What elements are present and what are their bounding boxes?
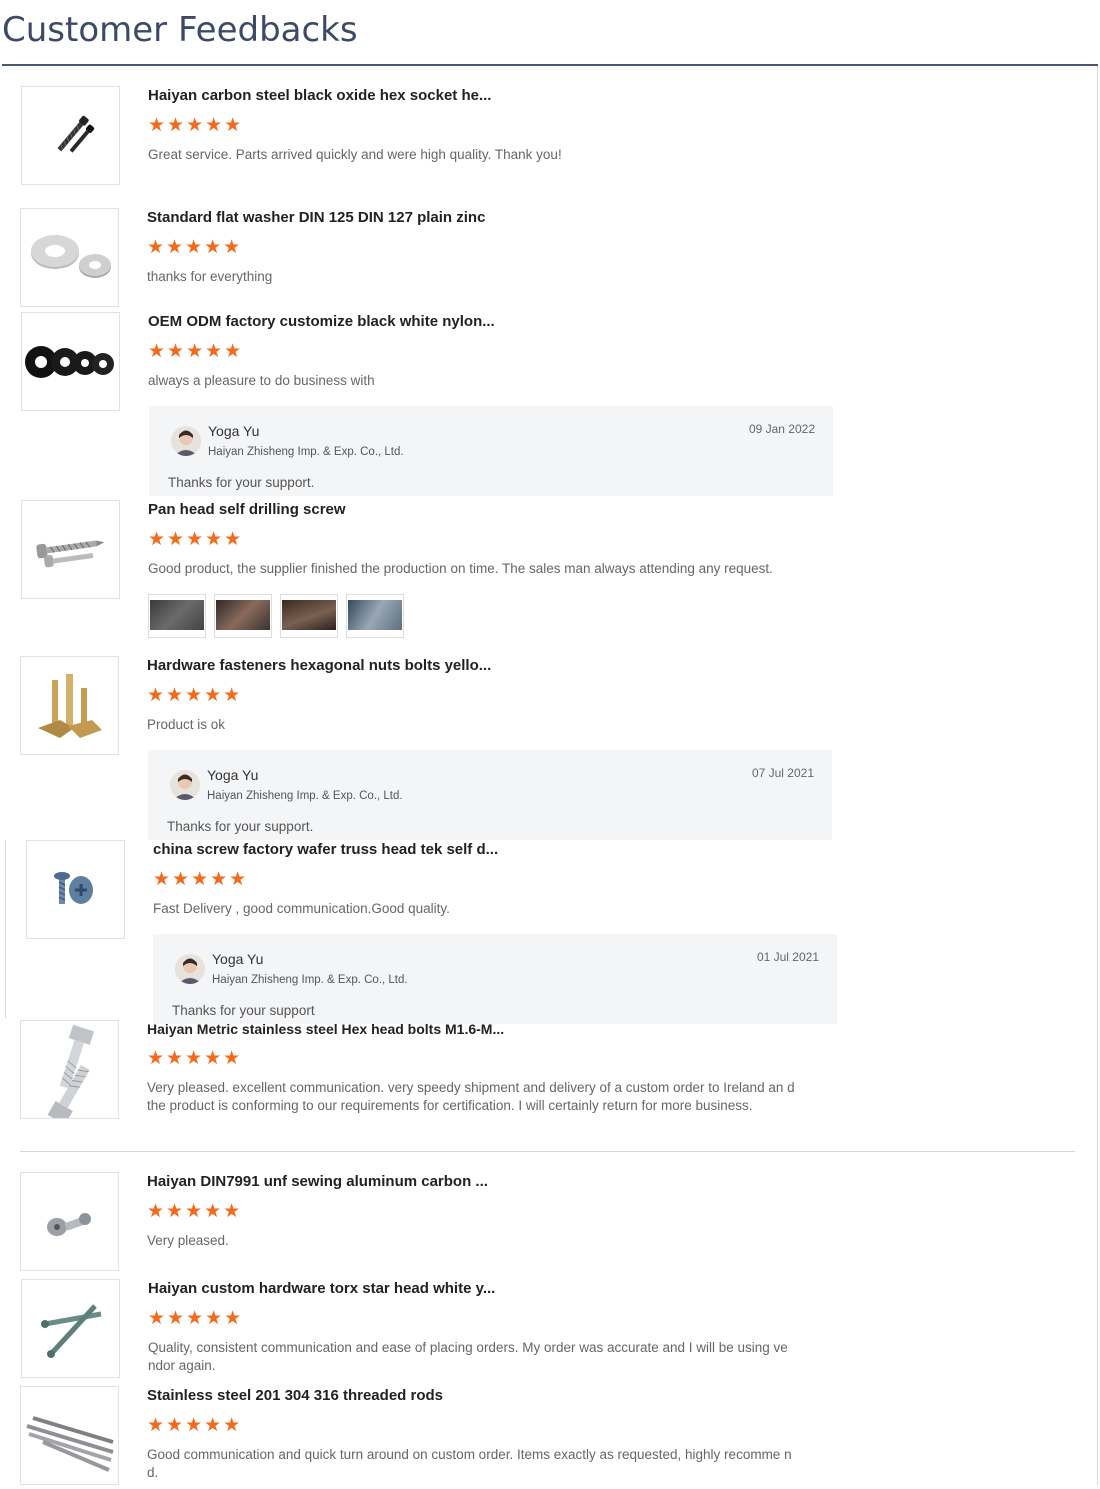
reply-author: Yoga Yu	[207, 767, 259, 783]
product-thumbnail[interactable]	[26, 840, 125, 939]
reply-company: Haiyan Zhisheng Imp. & Exp. Co., Ltd.	[212, 974, 408, 986]
reply-date: 09 Jan 2022	[748, 422, 815, 436]
review-photo[interactable]	[148, 594, 206, 638]
star-rating: ★★★★★	[147, 1201, 243, 1222]
review-comment: Great service. Parts arrived quickly and…	[148, 147, 562, 162]
review-comment: always a pleasure to do business with	[148, 373, 375, 388]
avatar	[175, 954, 205, 984]
self-drilling-screw-icon	[35, 539, 104, 567]
review-photo[interactable]	[346, 594, 404, 638]
star-rating: ★★★★★	[153, 869, 249, 890]
panel-border	[1097, 66, 1098, 1486]
threaded-rod-icon	[25, 1415, 114, 1472]
avatar	[171, 426, 201, 456]
product-thumbnail[interactable]	[21, 312, 120, 411]
product-name[interactable]: Haiyan DIN7991 unf sewing aluminum carbo…	[147, 1172, 807, 1192]
product-thumbnail[interactable]	[21, 1279, 120, 1378]
review-comment: Good communication and quick turn around…	[147, 1447, 792, 1480]
star-rating: ★★★★★	[148, 529, 244, 550]
reply-text: Thanks for your support	[172, 1003, 315, 1018]
review-comment: Fast Delivery , good communication.Good …	[153, 901, 450, 916]
product-name[interactable]: china screw factory wafer truss head tek…	[153, 840, 813, 860]
section-divider	[20, 1151, 1075, 1152]
star-rating: ★★★★★	[148, 1308, 244, 1329]
reply-date: 01 Jul 2021	[756, 950, 819, 964]
product-name[interactable]: Haiyan Metric stainless steel Hex head b…	[147, 1019, 807, 1039]
review-comment: Good product, the supplier finished the …	[148, 561, 773, 576]
nylon-washer-icon	[24, 345, 114, 378]
product-name[interactable]: Stainless steel 201 304 316 threaded rod…	[147, 1386, 807, 1406]
product-name[interactable]: OEM ODM factory customize black white ny…	[148, 312, 808, 332]
product-thumbnail[interactable]	[20, 208, 119, 307]
star-rating: ★★★★★	[147, 1415, 243, 1436]
product-name[interactable]: Haiyan custom hardware torx star head wh…	[148, 1279, 808, 1299]
product-name[interactable]: Pan head self drilling screw	[148, 500, 808, 520]
product-thumbnail[interactable]	[20, 1386, 119, 1485]
product-thumbnail[interactable]	[20, 1172, 119, 1271]
flat-washer-icon	[30, 234, 111, 278]
black-socket-screw-icon	[57, 115, 94, 153]
product-thumbnail[interactable]	[21, 500, 120, 599]
torx-screw-icon	[40, 1303, 101, 1358]
review-comment: Quality, consistent communication and ea…	[148, 1340, 788, 1373]
product-name[interactable]: Haiyan carbon steel black oxide hex sock…	[148, 86, 808, 106]
product-thumbnail[interactable]	[20, 1020, 119, 1119]
seller-reply: Yoga Yu Haiyan Zhisheng Imp. & Exp. Co.,…	[149, 406, 833, 496]
review-comment: Very pleased.	[147, 1233, 229, 1248]
reply-company: Haiyan Zhisheng Imp. & Exp. Co., Ltd.	[207, 790, 403, 802]
review-comment: thanks for everything	[147, 269, 273, 284]
review-comment: Product is ok	[147, 717, 226, 732]
seller-reply: Yoga Yu Haiyan Zhisheng Imp. & Exp. Co.,…	[148, 750, 832, 840]
hex-head-bolt-icon	[47, 1024, 94, 1118]
sewing-screw-icon	[46, 1212, 91, 1236]
product-thumbnail[interactable]	[20, 656, 119, 755]
star-rating: ★★★★★	[147, 1048, 243, 1069]
reply-author: Yoga Yu	[212, 951, 264, 967]
review-photo[interactable]	[280, 594, 338, 638]
reply-text: Thanks for your support.	[168, 475, 315, 490]
star-rating: ★★★★★	[147, 685, 243, 706]
seller-reply: Yoga Yu Haiyan Zhisheng Imp. & Exp. Co.,…	[153, 934, 837, 1024]
item-border	[5, 840, 6, 1018]
brass-bolts-icon	[37, 673, 102, 738]
reply-company: Haiyan Zhisheng Imp. & Exp. Co., Ltd.	[208, 446, 404, 458]
star-rating: ★★★★★	[148, 341, 244, 362]
product-name[interactable]: Hardware fasteners hexagonal nuts bolts …	[147, 656, 807, 676]
reply-author: Yoga Yu	[208, 423, 260, 439]
star-rating: ★★★★★	[147, 237, 243, 258]
reply-date: 07 Jul 2021	[751, 766, 814, 780]
page-title: Customer Feedbacks	[2, 10, 358, 50]
avatar	[170, 770, 200, 800]
review-comment: Very pleased. excellent communication. v…	[147, 1080, 795, 1113]
truss-head-screw-icon	[53, 871, 93, 904]
title-divider	[2, 64, 1098, 66]
product-thumbnail[interactable]	[21, 86, 120, 185]
reply-text: Thanks for your support.	[167, 819, 314, 834]
star-rating: ★★★★★	[148, 115, 244, 136]
review-photo[interactable]	[214, 594, 272, 638]
product-name[interactable]: Standard flat washer DIN 125 DIN 127 pla…	[147, 208, 807, 228]
